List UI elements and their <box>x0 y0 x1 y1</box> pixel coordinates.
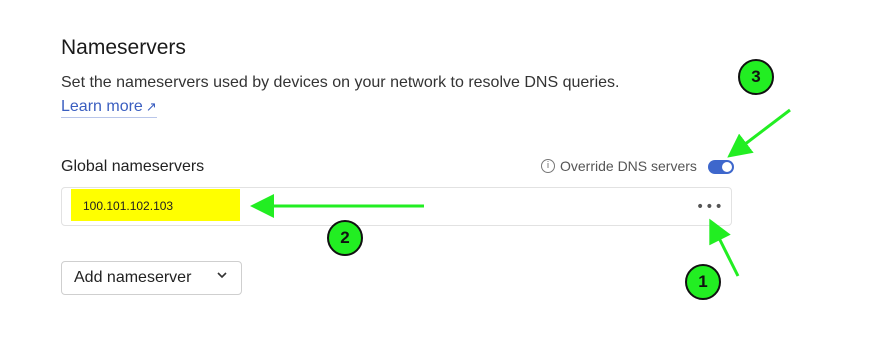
chevron-down-icon <box>217 272 227 279</box>
learn-more-link[interactable]: Learn more ↗ <box>61 98 157 118</box>
override-dns-label: Override DNS servers <box>560 158 697 174</box>
external-link-icon: ↗ <box>145 99 157 114</box>
section-title: Nameservers <box>61 36 186 59</box>
global-nameservers-title: Global nameservers <box>61 158 205 175</box>
learn-more-label: Learn more <box>61 98 143 115</box>
info-icon[interactable]: i <box>541 159 555 173</box>
more-options-icon[interactable]: ••• <box>696 199 724 215</box>
nameserver-address: 100.101.102.103 <box>83 199 174 213</box>
annotation-badge-3: 3 <box>738 59 774 95</box>
annotation-badge-1: 1 <box>685 264 721 300</box>
toggle-knob <box>722 162 732 172</box>
add-nameserver-label: Add nameserver <box>74 269 192 286</box>
arrow-to-menu <box>709 218 740 277</box>
section-description: Set the nameservers used by devices on y… <box>61 74 620 91</box>
override-dns-label-group: i Override DNS servers <box>541 158 697 174</box>
arrow-to-toggle <box>727 108 791 158</box>
annotation-badge-2: 2 <box>327 220 363 256</box>
override-dns-toggle[interactable] <box>708 160 734 174</box>
add-nameserver-button[interactable]: Add nameserver <box>61 261 242 295</box>
